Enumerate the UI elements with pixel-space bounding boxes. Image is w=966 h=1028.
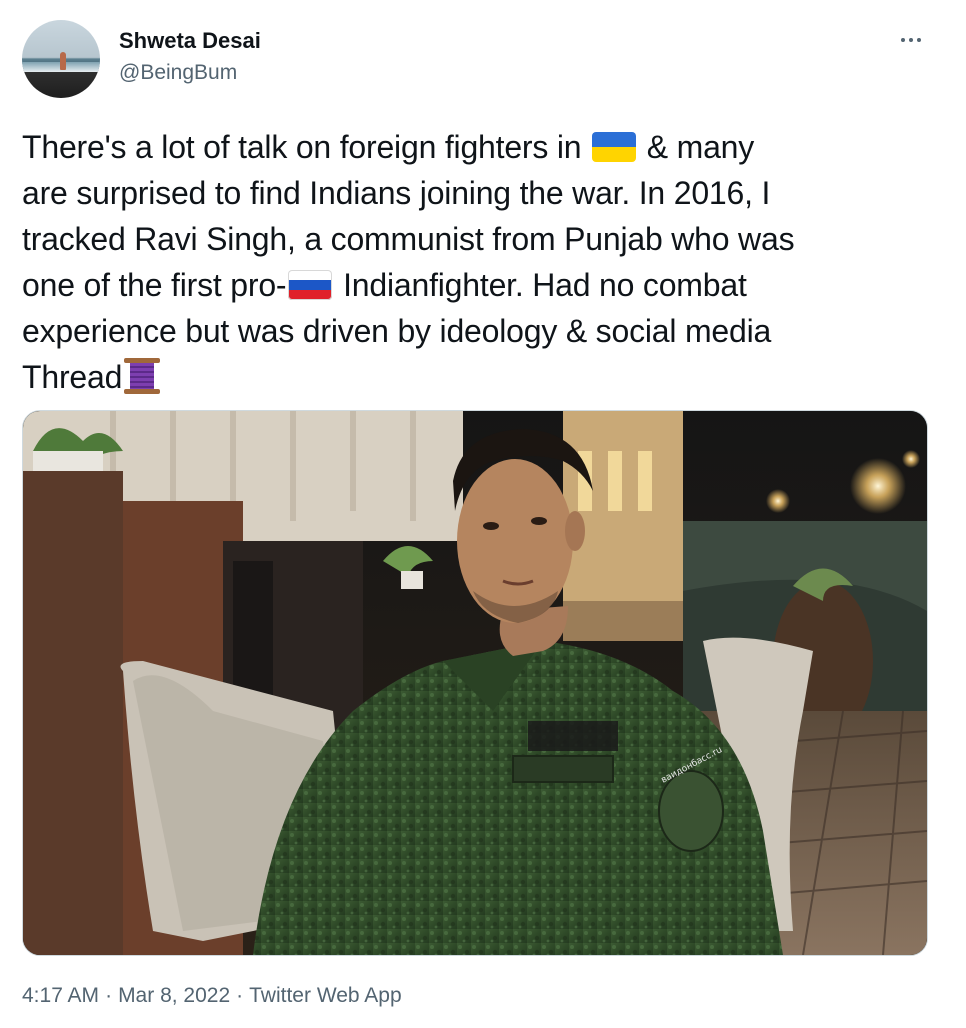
tweet-line-2: are surprised to find Indians joining th… bbox=[22, 175, 771, 211]
tweet-line-1-part-a: There's a lot of talk on foreign fighter… bbox=[22, 129, 591, 165]
avatar-figure bbox=[60, 52, 66, 70]
tweet: Shweta Desai @BeingBum There's a lot of … bbox=[0, 0, 966, 1028]
tweet-photo[interactable]: ваидонбасс.ru bbox=[22, 410, 928, 956]
more-dots-icon-dot bbox=[917, 38, 921, 42]
tweet-line-6: Thread bbox=[22, 354, 942, 400]
more-options-button[interactable] bbox=[893, 28, 929, 52]
timestamp-separator: · bbox=[236, 984, 244, 1007]
tweet-source[interactable]: Twitter Web App bbox=[249, 984, 402, 1007]
tweet-line-1-part-b: & many bbox=[646, 129, 755, 165]
tweet-line-1: There's a lot of talk on foreign fighter… bbox=[22, 124, 942, 170]
tweet-line-4-part-b: Indianfighter. Had no combat bbox=[343, 267, 747, 303]
tweet-line-4-part-a: one of the first pro- bbox=[22, 267, 287, 303]
ukraine-flag-icon bbox=[592, 132, 637, 162]
tweet-line-5: experience but was driven by ideology & … bbox=[22, 313, 772, 349]
tweet-timestamp: 4:17 AM · Mar 8, 2022 · Twitter Web App bbox=[22, 982, 402, 1010]
tweet-text: There's a lot of talk on foreign fighter… bbox=[22, 124, 942, 400]
russia-flag-icon bbox=[288, 270, 333, 300]
tweet-line-4: one of the first pro- Indianfighter. Had… bbox=[22, 262, 942, 308]
more-dots-icon-dot bbox=[909, 38, 913, 42]
author-avatar[interactable] bbox=[22, 20, 100, 98]
tweet-date[interactable]: Mar 8, 2022 bbox=[118, 984, 230, 1007]
tweet-line-6-text: Thread bbox=[22, 359, 123, 395]
timestamp-separator: · bbox=[105, 984, 113, 1007]
tweet-time[interactable]: 4:17 AM bbox=[22, 984, 99, 1007]
thread-spool-icon bbox=[122, 356, 162, 396]
author-handle[interactable]: @BeingBum bbox=[119, 60, 237, 86]
author-name[interactable]: Shweta Desai bbox=[119, 28, 261, 54]
photo-canvas: ваидонбасс.ru bbox=[23, 411, 927, 955]
tweet-line-3: tracked Ravi Singh, a communist from Pun… bbox=[22, 221, 795, 257]
more-dots-icon bbox=[901, 38, 905, 42]
